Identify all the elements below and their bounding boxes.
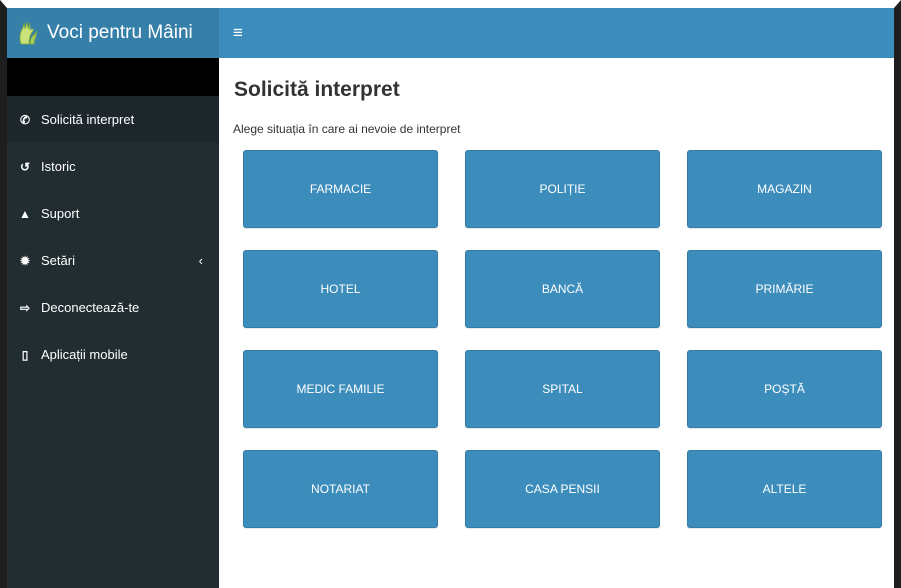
page-title: Solicită interpret — [234, 78, 400, 101]
tile-farmacie[interactable]: FARMACIE — [243, 150, 438, 228]
sidebar-item-label: Solicită interpret — [41, 112, 135, 127]
tile-spital[interactable]: SPITAL — [465, 350, 660, 428]
sidebar-item-label: Aplicații mobile — [41, 347, 128, 362]
tile-altele[interactable]: ALTELE — [687, 450, 882, 528]
tile-hotel[interactable]: HOTEL — [243, 250, 438, 328]
sidebar-item-aplicatii-mobile[interactable]: ▯ Aplicații mobile — [7, 331, 219, 378]
sidebar-item-label: Setări — [41, 253, 75, 268]
phone-icon: ✆ — [19, 112, 31, 127]
top-navbar: ≡ — [219, 8, 894, 58]
tile-magazin[interactable]: MAGAZIN — [687, 150, 882, 228]
sidebar-item-label: Istoric — [41, 159, 76, 174]
tile-banca[interactable]: BANCĂ — [465, 250, 660, 328]
sidebar-item-istoric[interactable]: ↺ Istoric — [7, 143, 219, 190]
hands-icon — [19, 21, 38, 45]
tile-notariat[interactable]: NOTARIAT — [243, 450, 438, 528]
page-subtitle: Alege situația în care ai nevoie de inte… — [233, 122, 461, 136]
tile-primarie[interactable]: PRIMĂRIE — [687, 250, 882, 328]
sidebar-item-label: Suport — [41, 206, 80, 221]
gear-icon: ✹ — [19, 253, 31, 268]
sidebar-item-setari[interactable]: ✹ Setări ‹ — [7, 237, 219, 284]
tile-casa-pensii[interactable]: CASA PENSII — [465, 450, 660, 528]
warning-icon: ▲ — [19, 206, 31, 221]
sidebar-item-label: Deconectează-te — [41, 300, 140, 315]
tile-politie[interactable]: POLIȚIE — [465, 150, 660, 228]
sidebar-item-solicita-interpret[interactable]: ✆ Solicită interpret — [7, 96, 219, 143]
sidebar: ✆ Solicită interpret ↺ Istoric ▲ Suport … — [7, 58, 219, 588]
app-title: Voci pentru Mâini — [47, 22, 193, 43]
tile-medic-familie[interactable]: MEDIC FAMILIE — [243, 350, 438, 428]
situation-grid: FARMACIE POLIȚIE MAGAZIN HOTEL BANCĂ PRI… — [243, 150, 882, 530]
history-icon: ↺ — [19, 159, 31, 174]
menu-toggle-icon[interactable]: ≡ — [233, 23, 243, 43]
sign-out-icon: ⇨ — [19, 300, 31, 315]
sidebar-item-deconecteaza[interactable]: ⇨ Deconectează-te — [7, 284, 219, 331]
sidebar-user-panel — [7, 58, 219, 96]
main-content: Solicită interpret Alege situația în car… — [219, 58, 894, 588]
sidebar-item-suport[interactable]: ▲ Suport — [7, 190, 219, 237]
chevron-left-icon[interactable]: ‹ — [199, 253, 203, 268]
tile-posta[interactable]: POȘTĂ — [687, 350, 882, 428]
app-logo[interactable]: Voci pentru Mâini — [7, 8, 219, 58]
mobile-icon: ▯ — [21, 347, 29, 362]
